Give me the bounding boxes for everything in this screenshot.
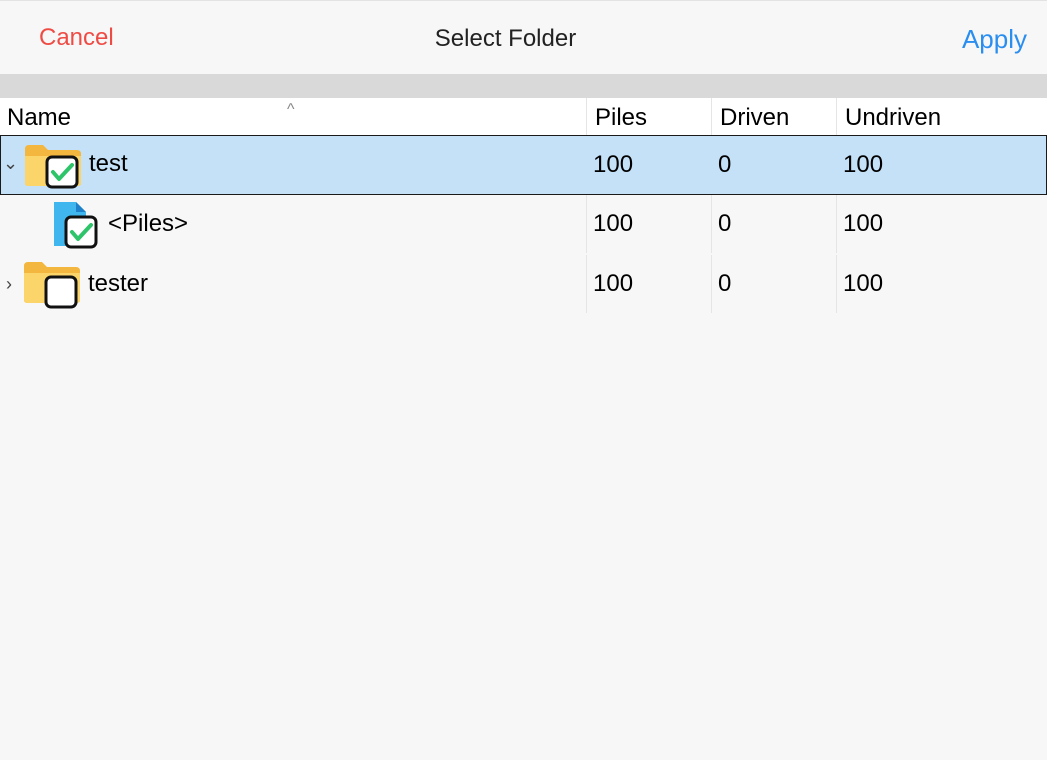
column-label: Piles [595, 104, 648, 131]
tree-row-piles[interactable]: <Piles> 100 0 100 [0, 195, 1047, 255]
cell-undriven: 100 [836, 195, 1047, 253]
dialog-header: Cancel Select Folder Apply [0, 0, 1047, 74]
cell-driven: 0 [711, 255, 836, 313]
row-name: test [89, 150, 128, 177]
checkbox-checked-icon[interactable] [64, 215, 98, 249]
tree-row-test[interactable]: ⌄ test 100 0 100 [0, 135, 1047, 195]
sort-ascending-icon: ^ [287, 101, 295, 118]
column-header: ^ Name Piles Driven Undriven [0, 98, 1047, 135]
cell-piles: 100 [586, 195, 711, 253]
chevron-down-icon[interactable]: ⌄ [3, 153, 18, 173]
cell-driven: 0 [718, 151, 732, 178]
row-name: <Piles> [108, 210, 189, 237]
checkbox-unchecked-icon[interactable] [44, 275, 78, 309]
column-header-piles[interactable]: Piles [586, 98, 711, 135]
tree-row-tester[interactable]: › tester 100 0 100 [0, 255, 1047, 315]
column-header-driven[interactable]: Driven [711, 98, 836, 135]
column-header-undriven[interactable]: Undriven [836, 98, 1047, 135]
apply-button[interactable]: Apply [962, 24, 1027, 55]
chevron-right-icon[interactable]: › [2, 274, 16, 294]
cell-piles: 100 [593, 151, 634, 178]
checkbox-checked-icon[interactable] [45, 155, 79, 189]
cell-driven: 0 [711, 195, 836, 253]
dialog-title: Select Folder [434, 25, 577, 52]
header-divider [0, 74, 1047, 98]
cell-undriven: 100 [843, 151, 884, 178]
column-label: Name [7, 104, 72, 131]
row-name: tester [88, 270, 149, 297]
column-header-name[interactable]: ^ Name [0, 98, 586, 135]
column-label: Driven [720, 104, 790, 131]
cell-piles: 100 [586, 255, 711, 313]
cell-undriven: 100 [836, 255, 1047, 313]
column-label: Undriven [845, 104, 942, 131]
